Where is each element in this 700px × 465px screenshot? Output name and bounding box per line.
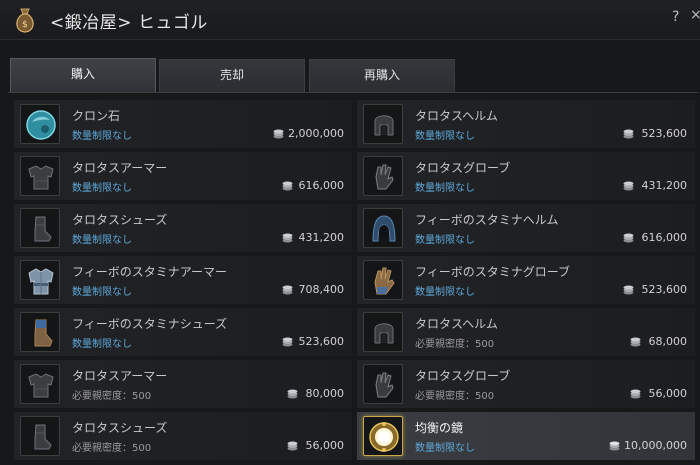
silver-coin-icon [282,233,293,243]
item-limit: 数量制限なし [72,287,132,298]
silver-coin-icon [287,389,298,399]
silver-coin-icon [282,181,293,191]
tab-sell[interactable]: 売却 [159,59,305,92]
item-limit: 数量制限なし [415,183,475,194]
item-name: タロタスグローブ [415,161,511,175]
item-name: クロン石 [72,109,121,123]
item-limit: 数量制限なし [72,183,132,194]
item-name: フィーボのスタミナアーマー [72,265,228,279]
cron-stone-icon [20,104,60,144]
list-item[interactable]: フィーボのスタミナシューズ 数量制限なし 523,600 [14,308,352,356]
item-name: タロタスヘルム [415,109,498,123]
item-limit: 数量制限なし [72,339,132,350]
item-name: タロタスヘルム [415,317,498,331]
item-name: タロタスアーマー [72,161,168,175]
mirror-icon [363,416,403,456]
tab-bar: 購入 売却 再購入 [0,55,700,95]
list-item[interactable]: タロタスアーマー 数量制限なし 616,000 [14,152,352,200]
item-price: 523,600 [641,283,688,296]
item-name: フィーボのスタミナシューズ [72,317,228,331]
list-item[interactable]: タロタスヘルム 必要親密度：500 68,000 [357,308,695,356]
blue-shoes-icon [20,312,60,352]
list-item[interactable]: クロン石 数量制限なし 2,000,000 [14,100,352,148]
item-requirement: 必要親密度：500 [415,391,495,402]
silver-coin-icon [287,441,298,451]
tab-divider [8,92,698,93]
list-item[interactable]: タロタスシューズ 数量制限なし 431,200 [14,204,352,252]
item-price: 56,000 [305,439,345,452]
item-name: タロタスシューズ [72,421,168,435]
silver-coin-icon [273,129,284,139]
silver-coin-icon [282,285,293,295]
tab-buy[interactable]: 購入 [10,58,156,93]
silver-coin-icon [623,285,634,295]
help-button[interactable]: ? [672,9,679,25]
item-name: タロタスアーマー [72,369,168,383]
item-name: タロタスシューズ [72,213,168,227]
item-price: 708,400 [298,283,345,296]
blue-gloves-icon [363,260,403,300]
tab-rebuy[interactable]: 再購入 [309,59,455,92]
list-item[interactable]: タロタスグローブ 数量制限なし 431,200 [357,152,695,200]
item-name: フィーボのスタミナヘルム [415,213,559,227]
item-requirement: 必要親密度：500 [415,339,495,350]
list-item[interactable]: フィーボのスタミナグローブ 数量制限なし 523,600 [357,256,695,304]
money-bag-icon: $ [16,8,34,33]
item-price: 616,000 [641,231,688,244]
item-requirement: 必要親密度：500 [72,443,152,454]
gloves-icon [363,156,403,196]
list-item-selected[interactable]: 均衡の鏡 数量制限なし 10,000,000 [357,412,695,460]
item-price: 68,000 [648,335,688,348]
armor-icon [20,156,60,196]
item-limit: 数量制限なし [415,287,475,298]
silver-coin-icon [630,389,641,399]
item-name: タロタスグローブ [415,369,511,383]
helmet-icon [363,104,403,144]
shoes-icon [20,416,60,456]
gloves-icon [363,364,403,404]
item-price: 80,000 [305,387,345,400]
item-price: 431,200 [641,179,688,192]
item-name: フィーボのスタミナグローブ [415,265,571,279]
shoes-icon [20,208,60,248]
list-item[interactable]: タロタスアーマー 必要親密度：500 80,000 [14,360,352,408]
item-limit: 数量制限なし [72,235,132,246]
item-price: 10,000,000 [624,439,687,452]
item-limit: 数量制限なし [72,131,132,142]
item-price: 616,000 [298,179,345,192]
title-bar: $ <鍛冶屋> ヒュゴル ? × [0,0,700,40]
silver-coin-icon [623,181,634,191]
item-price: 523,600 [641,127,688,140]
list-item[interactable]: タロタスヘルム 数量制限なし 523,600 [357,100,695,148]
list-item[interactable]: フィーボのスタミナヘルム 数量制限なし 616,000 [357,204,695,252]
silver-coin-icon [282,337,293,347]
silver-coin-icon [630,337,641,347]
item-limit: 数量制限なし [415,443,475,454]
silver-coin-icon [609,441,620,451]
list-item[interactable]: タロタスシューズ 必要親密度：500 56,000 [14,412,352,460]
silver-coin-icon [623,233,634,243]
item-price: 2,000,000 [288,127,344,140]
item-price: 523,600 [298,335,345,348]
list-item[interactable]: タロタスグローブ 必要親密度：500 56,000 [357,360,695,408]
item-name: 均衡の鏡 [415,421,464,435]
item-list: クロン石 数量制限なし 2,000,000 タロタスヘルム 数量制限なし 523… [14,100,700,465]
item-price: 431,200 [298,231,345,244]
window-title: <鍛冶屋> ヒュゴル [50,13,208,33]
item-limit: 数量制限なし [415,131,475,142]
svg-text:$: $ [22,20,28,30]
item-price: 56,000 [648,387,688,400]
item-limit: 数量制限なし [415,235,475,246]
armor-icon [20,364,60,404]
tunic-icon [20,260,60,300]
list-item[interactable]: フィーボのスタミナアーマー 数量制限なし 708,400 [14,256,352,304]
hood-icon [363,208,403,248]
item-requirement: 必要親密度：500 [72,391,152,402]
close-button[interactable]: × [690,7,700,23]
silver-coin-icon [623,129,634,139]
helmet-icon [363,312,403,352]
